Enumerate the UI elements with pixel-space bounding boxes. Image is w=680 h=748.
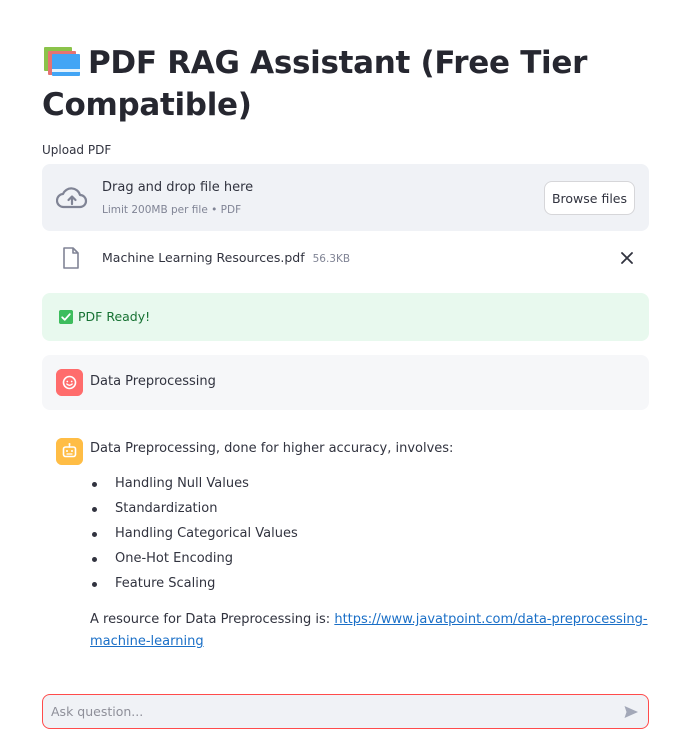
dropzone-limit: Limit 200MB per file • PDF (102, 204, 242, 216)
file-name: Machine Learning Resources.pdf 56.3KB (102, 250, 350, 265)
file-name-text: Machine Learning Resources.pdf (102, 250, 305, 265)
resource-prefix: A resource for Data Preprocessing is: (90, 612, 335, 627)
list-item: One-Hot Encoding (90, 550, 650, 575)
list-item: Feature Scaling (90, 575, 650, 600)
assistant-list: Handling Null Values Standardization Han… (90, 475, 650, 600)
browse-files-button[interactable]: Browse files (544, 181, 635, 215)
page-title: PDF RAG Assistant (Free Tier Compatible) (42, 42, 642, 126)
list-item: Standardization (90, 500, 650, 525)
assistant-intro: Data Preprocessing, done for higher accu… (90, 441, 454, 456)
list-item: Handling Categorical Values (90, 525, 650, 550)
uploaded-file: Machine Learning Resources.pdf 56.3KB (42, 238, 649, 278)
upload-label: Upload PDF (42, 143, 112, 157)
list-item: Handling Null Values (90, 475, 650, 500)
assistant-resource: A resource for Data Preprocessing is: ht… (90, 609, 650, 653)
close-icon[interactable] (619, 250, 635, 266)
file-icon (63, 247, 79, 269)
books-icon (44, 47, 80, 76)
chat-input-container (42, 694, 649, 729)
file-dropzone[interactable]: Drag and drop file here Limit 200MB per … (42, 164, 649, 231)
dropzone-instructions: Drag and drop file here (102, 180, 254, 195)
ask-question-input[interactable] (51, 695, 611, 728)
file-size: 56.3KB (312, 253, 351, 265)
send-icon[interactable] (623, 704, 639, 720)
page-title-text: PDF RAG Assistant (Free Tier Compatible) (42, 45, 588, 123)
checkmark-icon (59, 310, 73, 324)
status-alert: PDF Ready! (42, 293, 649, 341)
user-message-text: Data Preprocessing (90, 374, 216, 389)
assistant-message: Data Preprocessing, done for higher accu… (90, 440, 650, 653)
user-avatar-icon (56, 369, 83, 396)
user-message: Data Preprocessing (42, 355, 649, 410)
status-text: PDF Ready! (78, 309, 151, 324)
cloud-upload-icon (56, 187, 88, 209)
assistant-avatar-icon (56, 438, 83, 465)
